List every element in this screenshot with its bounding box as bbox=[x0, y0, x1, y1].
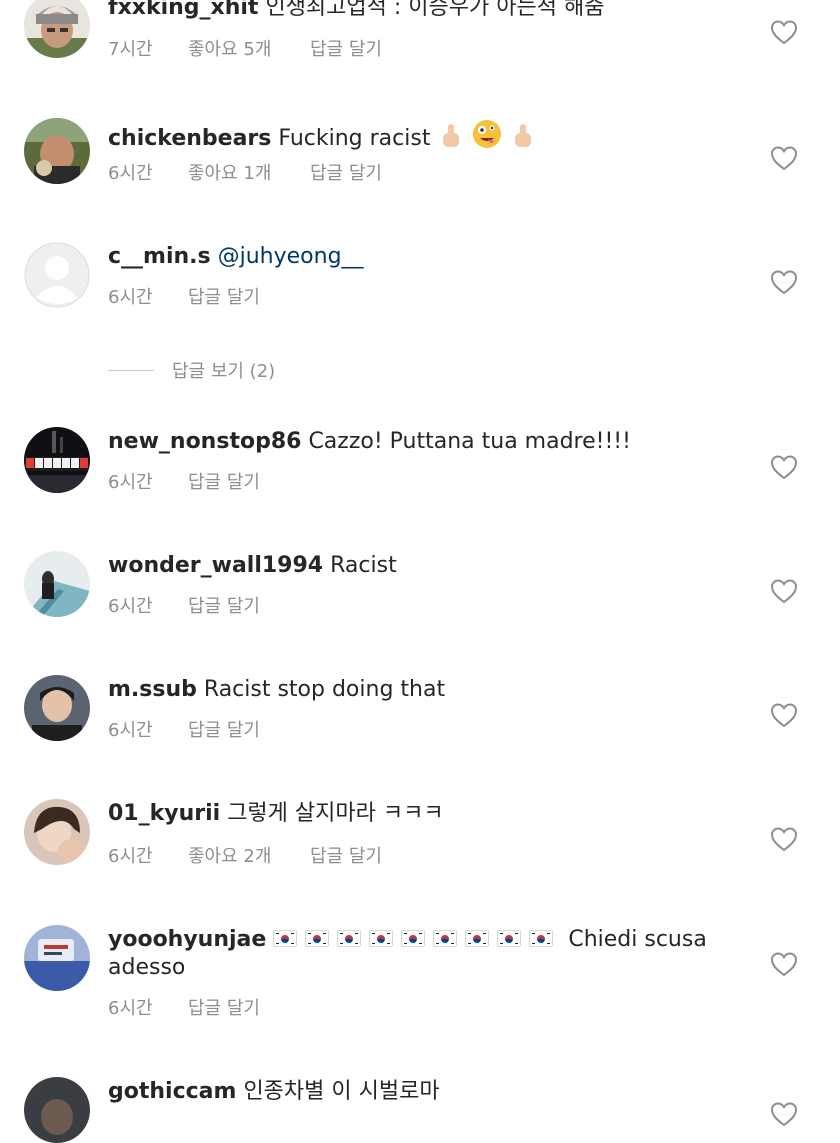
avatar[interactable] bbox=[24, 551, 90, 617]
comment-meta: 6시간 답글 달기 bbox=[108, 596, 260, 618]
avatar-image bbox=[24, 925, 90, 991]
comment-username[interactable]: m.ssub bbox=[108, 677, 197, 702]
comment-text: gothiccam 인종차별 이 시벌로마 bbox=[108, 1078, 728, 1106]
reply-button[interactable]: 답글 달기 bbox=[310, 39, 382, 61]
heart-outline-icon[interactable] bbox=[770, 269, 798, 295]
avatar-image bbox=[24, 0, 90, 58]
comment-text: c__min.s @juhyeong__ bbox=[108, 243, 728, 271]
reply-button[interactable]: 답글 달기 bbox=[310, 846, 382, 868]
comment-text: 01_kyurii 그렇게 살지마라 ㅋㅋㅋ bbox=[108, 800, 728, 828]
avatar-image bbox=[24, 551, 90, 617]
south-korea-flag-emoji bbox=[369, 930, 394, 947]
middle-finger-emoji bbox=[443, 124, 460, 147]
south-korea-flag-emoji bbox=[273, 930, 298, 947]
comment-meta: 6시간 답글 달기 bbox=[108, 287, 260, 309]
avatar-image bbox=[24, 799, 90, 865]
south-korea-flag-emoji bbox=[305, 930, 330, 947]
comment-time: 6시간 bbox=[108, 287, 153, 308]
comment-username[interactable]: c__min.s bbox=[108, 244, 211, 269]
comment-mention-link[interactable]: @juhyeong__ bbox=[218, 244, 364, 269]
comment-body: 인종차별 이 시벌로마 bbox=[243, 1079, 440, 1104]
heart-outline-icon[interactable] bbox=[770, 951, 798, 977]
replies-divider bbox=[108, 369, 154, 371]
avatar-image bbox=[24, 118, 90, 184]
south-korea-flag-emoji bbox=[433, 930, 458, 947]
comment-text: new_nonstop86 Cazzo! Puttana tua madre!!… bbox=[108, 428, 728, 456]
comment-username[interactable]: 01_kyurii bbox=[108, 801, 220, 826]
comment-time: 6시간 bbox=[108, 846, 153, 867]
zany-face-emoji bbox=[473, 120, 502, 148]
comment-username[interactable]: yooohyunjae bbox=[108, 927, 266, 952]
comment-username[interactable]: new_nonstop86 bbox=[108, 429, 301, 454]
comment-text: chickenbears Fucking racist bbox=[108, 119, 728, 153]
comment-meta: 7시간 좋아요 5개 답글 달기 bbox=[108, 39, 382, 61]
comment-time: 6시간 bbox=[108, 472, 153, 493]
default-avatar-icon[interactable] bbox=[24, 242, 90, 308]
comment-time: 6시간 bbox=[108, 596, 153, 617]
default-avatar-image bbox=[24, 242, 90, 308]
heart-outline-icon[interactable] bbox=[770, 454, 798, 480]
avatar[interactable] bbox=[24, 427, 90, 493]
avatar-image bbox=[24, 427, 90, 493]
comment-time: 7시간 bbox=[108, 39, 153, 60]
south-korea-flag-emoji bbox=[529, 930, 554, 947]
reply-button[interactable]: 답글 달기 bbox=[188, 998, 260, 1020]
comment-time: 6시간 bbox=[108, 998, 153, 1019]
reply-button[interactable]: 답글 달기 bbox=[188, 596, 260, 618]
south-korea-flag-emoji bbox=[465, 930, 490, 947]
comment-text: wonder_wall1994 Racist bbox=[108, 552, 728, 580]
comment-body: 인생최고업적 : 이승우가 아는척 해줌 bbox=[265, 0, 605, 20]
avatar[interactable] bbox=[24, 925, 90, 991]
comment-meta: 6시간 좋아요 2개 답글 달기 bbox=[108, 846, 382, 868]
comment-body: Racist stop doing that bbox=[203, 677, 446, 702]
south-korea-flag-emoji bbox=[497, 930, 522, 947]
comment-body: 그렇게 살지마라 ㅋㅋㅋ bbox=[227, 801, 444, 826]
comment-body: Racist bbox=[330, 553, 397, 578]
south-korea-flag-emoji bbox=[337, 930, 362, 947]
comment-meta: 6시간 답글 달기 bbox=[108, 998, 260, 1020]
avatar[interactable] bbox=[24, 118, 90, 184]
comment-meta: 6시간 좋아요 1개 답글 달기 bbox=[108, 163, 382, 185]
heart-outline-icon[interactable] bbox=[770, 702, 798, 728]
reply-button[interactable]: 답글 달기 bbox=[188, 472, 260, 494]
avatar[interactable] bbox=[24, 675, 90, 741]
comment-username[interactable]: chickenbears bbox=[108, 126, 271, 151]
comment-text: fxxking_xhit 인생최고업적 : 이승우가 아는척 해줌 bbox=[108, 0, 728, 22]
comment-username[interactable]: fxxking_xhit bbox=[108, 0, 258, 20]
comment-username[interactable]: gothiccam bbox=[108, 1079, 236, 1104]
reply-button[interactable]: 답글 달기 bbox=[188, 287, 260, 309]
comment-time: 6시간 bbox=[108, 163, 153, 184]
comment-meta: 6시간 답글 달기 bbox=[108, 472, 260, 494]
reply-button[interactable]: 답글 달기 bbox=[188, 720, 260, 742]
comment-body: Fucking racist bbox=[278, 126, 431, 151]
heart-outline-icon[interactable] bbox=[770, 145, 798, 171]
heart-outline-icon[interactable] bbox=[770, 19, 798, 45]
comment-meta: 6시간 답글 달기 bbox=[108, 720, 260, 742]
comment-likes[interactable]: 좋아요 5개 bbox=[188, 39, 310, 61]
avatar[interactable] bbox=[24, 0, 90, 58]
comment-time: 6시간 bbox=[108, 720, 153, 741]
comment-likes[interactable]: 좋아요 2개 bbox=[188, 846, 310, 868]
heart-outline-icon[interactable] bbox=[770, 1101, 798, 1127]
heart-outline-icon[interactable] bbox=[770, 578, 798, 604]
avatar[interactable] bbox=[24, 1077, 90, 1143]
view-replies-button[interactable]: 답글 보기 (2) bbox=[108, 358, 275, 382]
avatar-image bbox=[24, 675, 90, 741]
avatar-image bbox=[24, 1077, 90, 1143]
comment-body: Cazzo! Puttana tua madre!!!! bbox=[308, 429, 631, 454]
south-korea-flag-emoji bbox=[401, 930, 426, 947]
comment-likes[interactable]: 좋아요 1개 bbox=[188, 163, 310, 185]
middle-finger-emoji bbox=[515, 124, 532, 147]
comment-text: m.ssub Racist stop doing that bbox=[108, 676, 728, 704]
reply-button[interactable]: 답글 달기 bbox=[310, 163, 382, 185]
heart-outline-icon[interactable] bbox=[770, 826, 798, 852]
view-replies-label: 답글 보기 (2) bbox=[172, 361, 276, 382]
avatar[interactable] bbox=[24, 799, 90, 865]
comment-text: yooohyunjae Chiedi scusa adesso bbox=[108, 926, 708, 982]
comment-username[interactable]: wonder_wall1994 bbox=[108, 553, 323, 578]
